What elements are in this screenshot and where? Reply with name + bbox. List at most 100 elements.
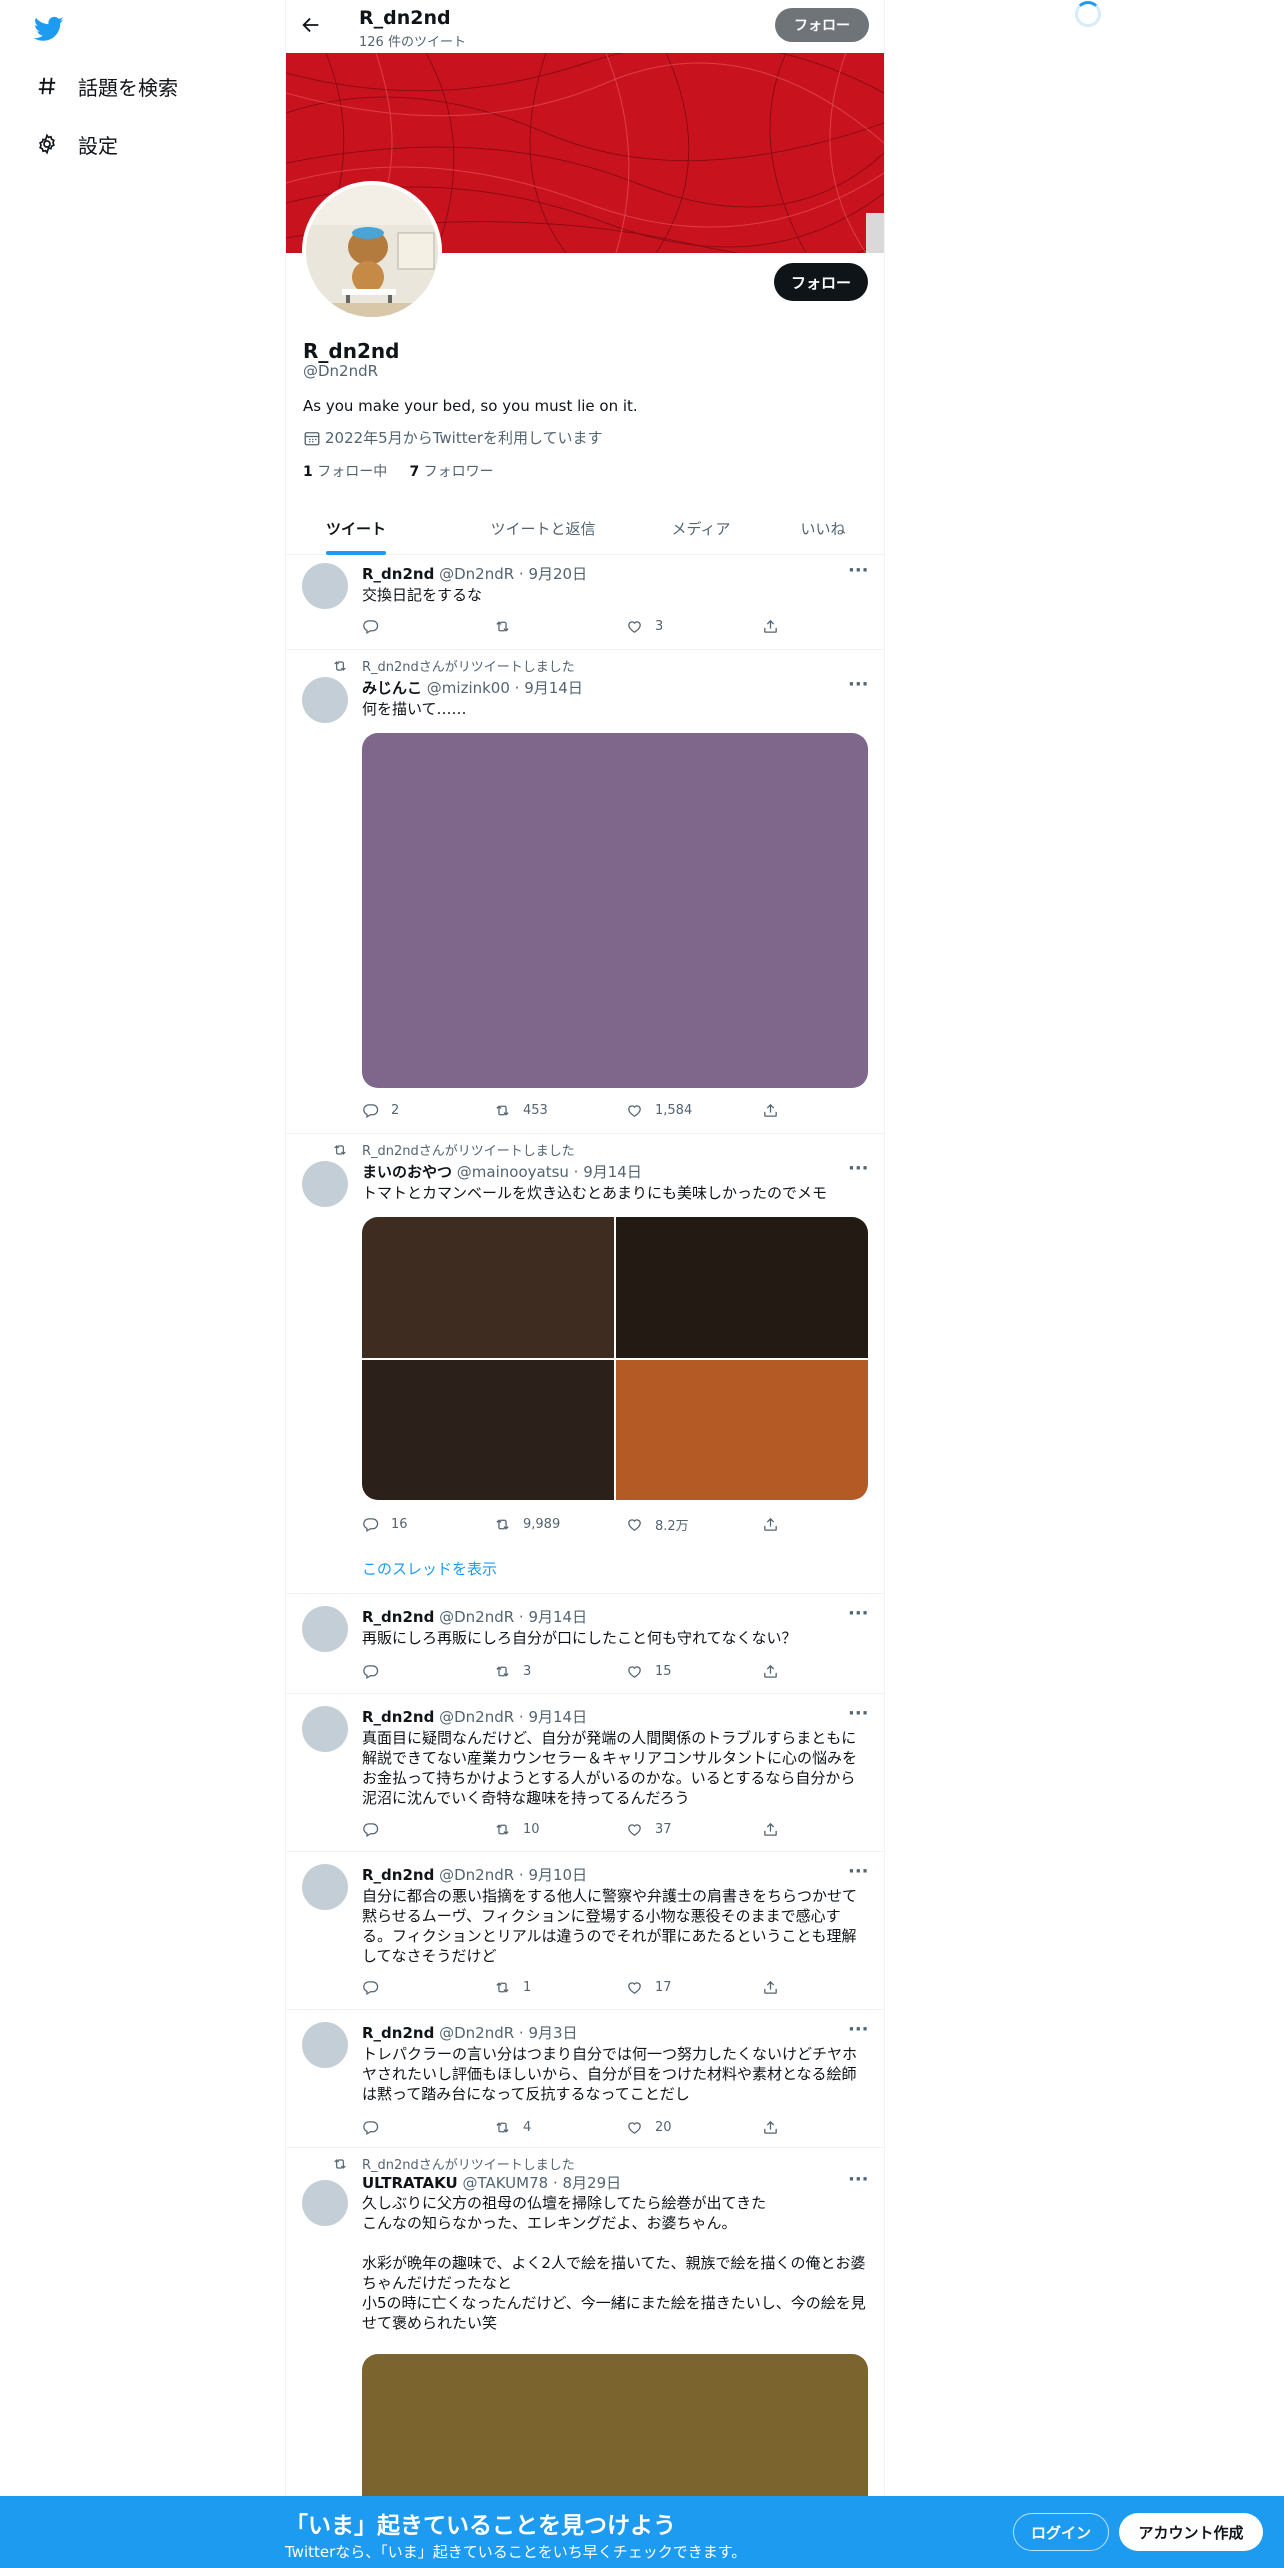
- more-icon[interactable]: ···: [848, 1605, 869, 1628]
- more-icon[interactable]: ···: [848, 562, 869, 585]
- tweet[interactable]: R_dn2nd @Dn2ndR · 9月3日 ··· トレパクラーの言い分はつま…: [286, 2010, 884, 2148]
- reply-button[interactable]: [362, 1819, 391, 1839]
- like-button[interactable]: 37: [626, 1819, 672, 1839]
- more-icon[interactable]: ···: [848, 2021, 869, 2044]
- retweet-button[interactable]: 9,989: [494, 1514, 560, 1534]
- following-link[interactable]: 1 フォロー中: [303, 464, 387, 480]
- tweet-author[interactable]: ULTRATAKU: [362, 2174, 458, 2192]
- signup-button[interactable]: アカウント作成: [1119, 2513, 1263, 2551]
- retweet-icon: [496, 1104, 509, 1116]
- more-icon[interactable]: ···: [848, 2171, 869, 2194]
- tweet-meta: @Dn2ndR · 9月3日: [439, 2024, 578, 2042]
- reply-button[interactable]: [362, 616, 391, 636]
- tweet-actions: 1 17: [362, 1977, 782, 1997]
- reply-button[interactable]: 2: [362, 1100, 399, 1120]
- show-thread-link[interactable]: このスレッドを表示: [362, 1558, 497, 1579]
- share-button[interactable]: [762, 616, 779, 636]
- tweet-author[interactable]: まいのおやつ: [362, 1163, 452, 1181]
- tweet-author[interactable]: R_dn2nd: [362, 1608, 434, 1626]
- like-button[interactable]: 15: [626, 1661, 672, 1681]
- tweet-author[interactable]: みじんこ: [362, 679, 422, 697]
- tweet[interactable]: R_dn2nd @Dn2ndR · 9月14日 ··· 真面目に疑問なんだけど、…: [286, 1694, 884, 1852]
- twitter-logo-icon[interactable]: [33, 14, 64, 44]
- reply-button[interactable]: [362, 2117, 391, 2137]
- share-button[interactable]: [762, 2117, 779, 2137]
- tab-media[interactable]: メディア: [651, 502, 751, 555]
- tweet[interactable]: R_dn2ndさんがリツイートしました ULTRATAKU @TAKUM78 ·…: [286, 2148, 884, 2514]
- nav-settings[interactable]: 設定: [34, 124, 118, 164]
- tweet[interactable]: R_dn2ndさんがリツイートしました まいのおやつ @mainooyatsu …: [286, 1134, 884, 1594]
- tweet-image[interactable]: [616, 1359, 868, 1500]
- avatar[interactable]: [302, 2022, 348, 2068]
- followers-link[interactable]: 7 フォロワー: [409, 464, 493, 480]
- tweet-text: トレパクラーの言い分はつまり自分では何一つ努力したくないけどチヤホ ヤされたいし…: [362, 2045, 858, 2103]
- retweet-button[interactable]: 10: [494, 1819, 540, 1839]
- like-button[interactable]: 3: [626, 616, 663, 636]
- tab-tweets-replies[interactable]: ツイートと返信: [468, 502, 618, 555]
- tweet-image[interactable]: [616, 1217, 868, 1358]
- share-button[interactable]: [762, 1100, 779, 1120]
- followers-label: フォロワー: [423, 464, 494, 480]
- retweet-button[interactable]: 4: [494, 2117, 531, 2137]
- retweet-count: 10: [523, 1821, 540, 1837]
- like-button[interactable]: 1,584: [626, 1100, 692, 1120]
- more-icon[interactable]: ···: [848, 1160, 869, 1183]
- share-button[interactable]: [762, 1661, 779, 1681]
- profile-avatar[interactable]: [302, 181, 442, 321]
- reply-icon: [363, 619, 379, 634]
- follow-button[interactable]: フォロー: [774, 263, 868, 301]
- reply-button[interactable]: [362, 1977, 391, 1997]
- avatar[interactable]: [302, 1706, 348, 1752]
- more-icon[interactable]: ···: [848, 676, 869, 699]
- profile-bio: As you make your bed, so you must lie on…: [303, 397, 638, 415]
- tweet-author[interactable]: R_dn2nd: [362, 2024, 434, 2042]
- retweet-button[interactable]: 3: [494, 1661, 531, 1681]
- like-icon: [628, 1518, 641, 1531]
- header-name: R_dn2nd: [359, 7, 451, 29]
- reply-icon: [363, 1517, 379, 1532]
- avatar[interactable]: [302, 1161, 348, 1207]
- tab-likes[interactable]: いいね: [783, 502, 863, 555]
- following-label: フォロー中: [317, 464, 388, 480]
- more-icon[interactable]: ···: [848, 1705, 869, 1728]
- avatar[interactable]: [302, 563, 348, 609]
- reply-button[interactable]: 16: [362, 1514, 408, 1534]
- more-icon[interactable]: ···: [848, 1863, 869, 1886]
- like-button[interactable]: 20: [626, 2117, 672, 2137]
- tweet-author[interactable]: R_dn2nd: [362, 1866, 434, 1884]
- like-icon: [628, 1104, 641, 1117]
- tweet[interactable]: R_dn2ndさんがリツイートしました みじんこ @mizink00 · 9月1…: [286, 650, 884, 1134]
- tweet-image[interactable]: [362, 733, 868, 1088]
- tweet-image[interactable]: [362, 1359, 614, 1500]
- retweet-button[interactable]: 453: [494, 1100, 548, 1120]
- tab-tweets[interactable]: ツイート: [326, 502, 386, 555]
- like-icon: [628, 1981, 641, 1994]
- like-button[interactable]: 8.2万: [626, 1514, 689, 1534]
- share-button[interactable]: [762, 1977, 779, 1997]
- like-icon: [628, 1823, 641, 1836]
- avatar[interactable]: [302, 1606, 348, 1652]
- avatar[interactable]: [302, 677, 348, 723]
- retweet-button[interactable]: [494, 616, 523, 636]
- tweet-author[interactable]: R_dn2nd: [362, 565, 434, 583]
- retweet-button[interactable]: 1: [494, 1977, 531, 1997]
- login-button[interactable]: ログイン: [1013, 2513, 1109, 2551]
- back-arrow-icon[interactable]: [300, 14, 326, 40]
- nav-explore-label: 話題を検索: [78, 75, 178, 100]
- tweet[interactable]: R_dn2nd @Dn2ndR · 9月20日 ··· 交換日記をするな 3: [286, 555, 884, 650]
- header-follow-button[interactable]: フォロー: [775, 8, 869, 42]
- tweet-author[interactable]: R_dn2nd: [362, 1708, 434, 1726]
- avatar[interactable]: [302, 2180, 348, 2226]
- tweet[interactable]: R_dn2nd @Dn2ndR · 9月10日 ··· 自分に都合の悪い指摘をす…: [286, 1852, 884, 2010]
- tweet-image[interactable]: [362, 1217, 614, 1358]
- share-button[interactable]: [762, 1514, 779, 1534]
- like-button[interactable]: 17: [626, 1977, 672, 1997]
- avatar[interactable]: [302, 1864, 348, 1910]
- reply-button[interactable]: [362, 1661, 391, 1681]
- tweet-image[interactable]: [362, 2354, 868, 2514]
- tweet[interactable]: R_dn2nd @Dn2ndR · 9月14日 ··· 再販にしろ再販にしろ自分…: [286, 1594, 884, 1694]
- retweet-icon: [332, 2156, 348, 2172]
- share-button[interactable]: [762, 1819, 779, 1839]
- share-icon: [764, 2120, 777, 2134]
- nav-explore[interactable]: 話題を検索: [34, 66, 178, 106]
